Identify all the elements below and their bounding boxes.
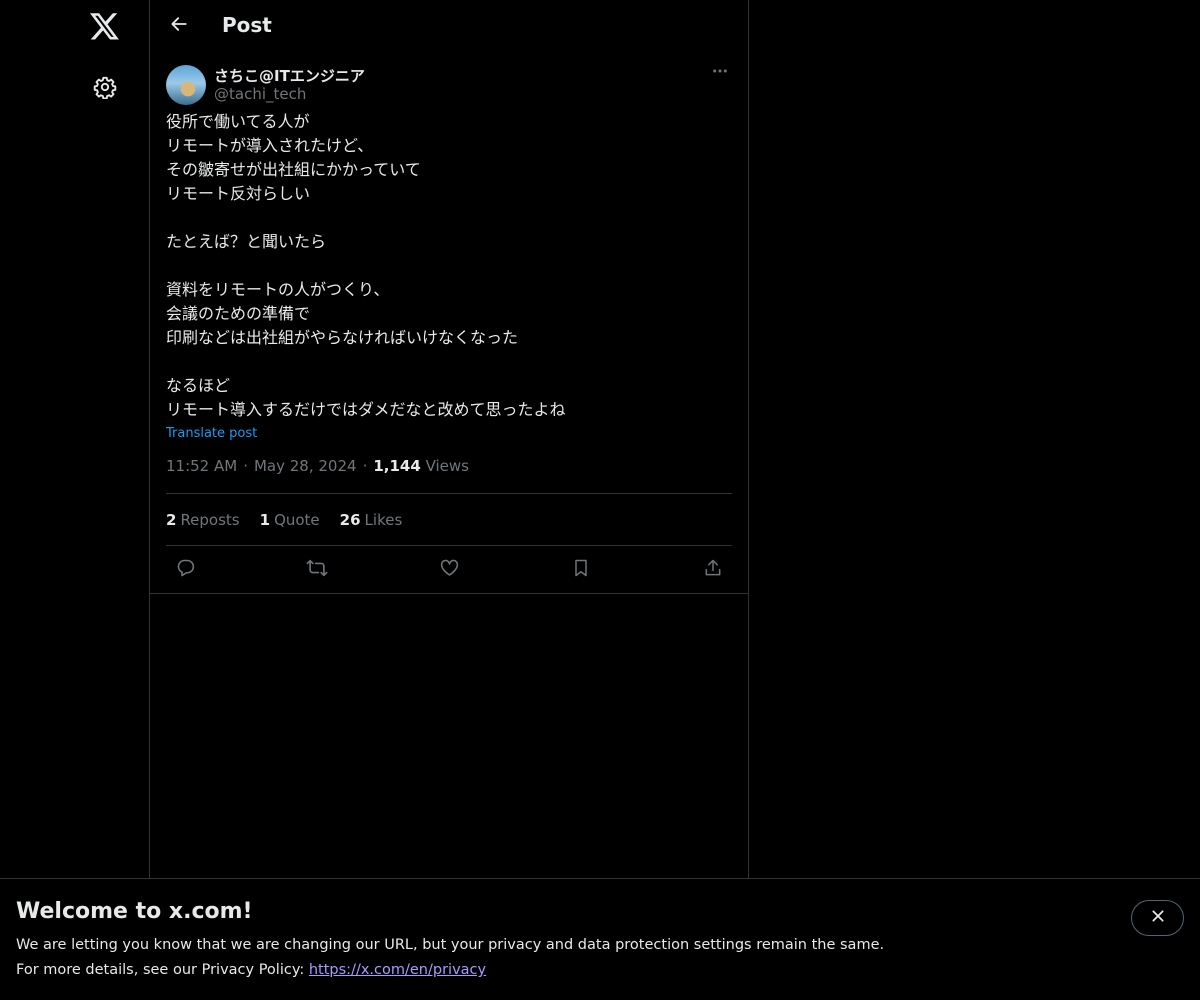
banner-title: Welcome to x.com! xyxy=(16,899,253,924)
views-label: Views xyxy=(425,457,469,475)
x-logo-icon[interactable] xyxy=(87,9,123,45)
page-header: Post xyxy=(150,0,748,53)
quote-count: 1 xyxy=(259,510,271,529)
app-root: Post さちこ@ITエンジニア @tachi_tech 役所で働いてる人が リ… xyxy=(0,0,1200,1000)
views-count: 1,144 xyxy=(373,457,421,475)
more-options-button[interactable] xyxy=(708,61,732,85)
likes-stat[interactable]: 26 Likes xyxy=(340,511,403,529)
more-horizontal-icon xyxy=(711,62,729,84)
heart-icon xyxy=(439,557,460,582)
quote-label: Quote xyxy=(274,510,320,529)
tweet-time[interactable]: 11:52 AM xyxy=(166,457,237,475)
avatar[interactable] xyxy=(166,65,206,105)
share-icon xyxy=(703,558,723,582)
tweet-text: 役所で働いてる人が リモートが導入されたけど、 その皺寄せが出社組にかかっていて… xyxy=(166,112,566,419)
gear-icon[interactable] xyxy=(87,69,123,105)
reply-icon xyxy=(175,557,196,582)
tweet-date[interactable]: May 28, 2024 xyxy=(254,457,357,475)
share-button[interactable] xyxy=(698,555,728,585)
engagement-stats: 2 Reposts 1 Quote 26 Likes xyxy=(166,493,732,546)
banner-privacy-prefix: For more details, see our Privacy Policy… xyxy=(16,962,309,978)
close-icon xyxy=(1150,908,1166,928)
likes-count: 26 xyxy=(339,510,361,529)
page-title: Post xyxy=(222,13,272,37)
separator: · xyxy=(362,457,368,475)
repost-button[interactable] xyxy=(302,555,332,585)
repost-icon xyxy=(306,557,328,583)
main-column: Post さちこ@ITエンジニア @tachi_tech 役所で働いてる人が リ… xyxy=(149,0,749,1000)
like-button[interactable] xyxy=(434,555,464,585)
reposts-stat[interactable]: 2 Reposts xyxy=(166,511,240,529)
reposts-label: Reposts xyxy=(180,510,240,529)
bookmark-icon xyxy=(571,558,591,582)
tweet: さちこ@ITエンジニア @tachi_tech 役所で働いてる人が リモートが導… xyxy=(150,65,748,594)
left-navigation xyxy=(0,0,150,1000)
banner-message: We are letting you know that we are chan… xyxy=(16,937,885,953)
likes-label: Likes xyxy=(364,510,403,529)
quote-stat[interactable]: 1 Quote xyxy=(260,511,320,529)
banner-close-button[interactable] xyxy=(1131,900,1184,936)
arrow-left-icon xyxy=(169,14,189,38)
banner-privacy-line: For more details, see our Privacy Policy… xyxy=(16,962,486,978)
reply-button[interactable] xyxy=(170,555,200,585)
back-button[interactable] xyxy=(162,9,196,43)
author-name[interactable]: さちこ@ITエンジニア xyxy=(214,65,365,86)
separator: · xyxy=(243,457,248,475)
welcome-banner: Welcome to x.com! We are letting you kno… xyxy=(0,878,1200,1000)
translate-post-link[interactable]: Translate post xyxy=(166,426,257,441)
reposts-count: 2 xyxy=(166,510,177,529)
tweet-meta: 11:52 AM · May 28, 2024 · 1,144 Views xyxy=(166,457,732,477)
author-handle[interactable]: @tachi_tech xyxy=(214,85,306,103)
privacy-policy-link[interactable]: https://x.com/en/privacy xyxy=(309,962,486,978)
bookmark-button[interactable] xyxy=(566,555,596,585)
author-row: さちこ@ITエンジニア @tachi_tech xyxy=(166,65,732,121)
tweet-actions xyxy=(150,546,748,594)
